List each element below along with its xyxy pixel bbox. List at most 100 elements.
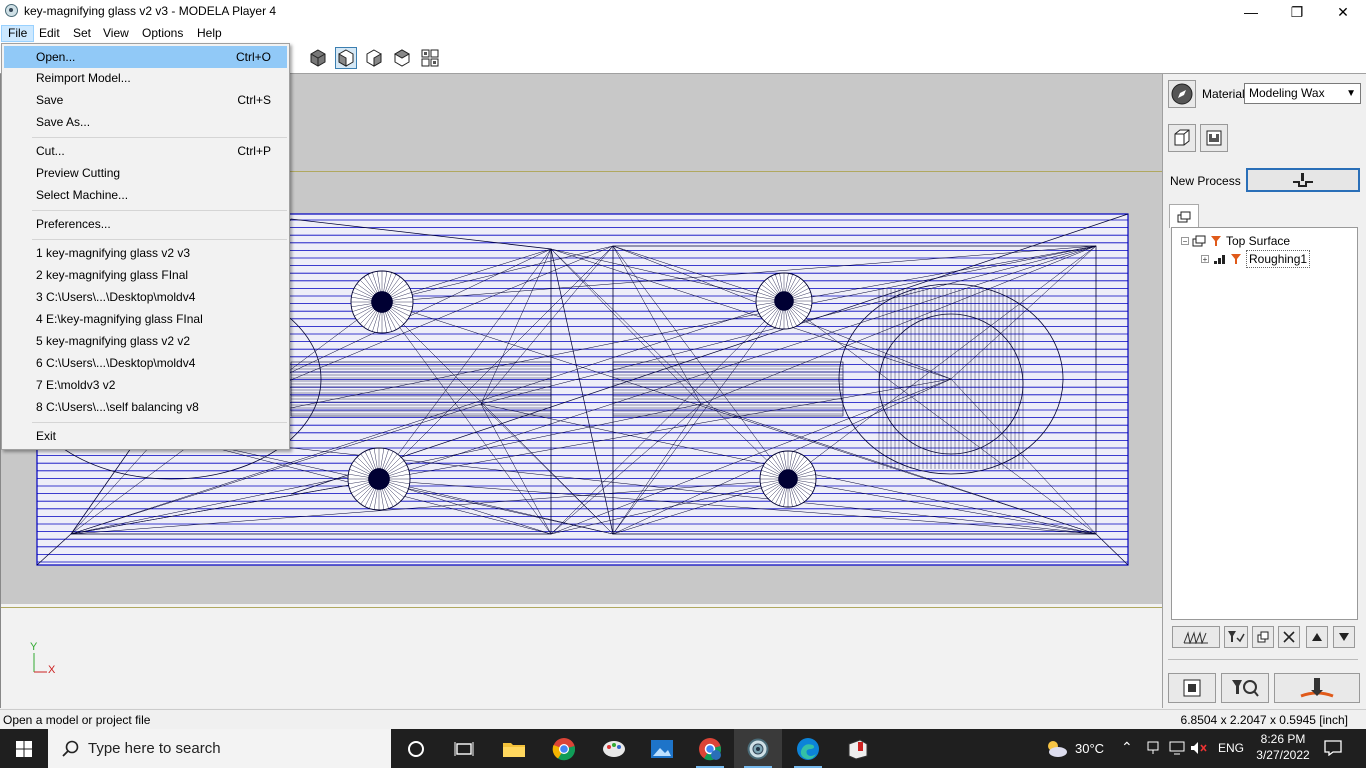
- process-tree-tab[interactable]: [1169, 204, 1199, 228]
- menu-item-recent-2[interactable]: 2 key-magnifying glass FInal: [4, 264, 287, 286]
- model-surface-icon[interactable]: [1200, 124, 1228, 152]
- menu-item-label: Exit: [36, 429, 57, 443]
- edge-icon[interactable]: [784, 729, 832, 768]
- menu-help[interactable]: Help: [191, 25, 228, 42]
- menu-item-exit[interactable]: Exit: [4, 425, 287, 447]
- roland-app-icon[interactable]: [834, 729, 882, 768]
- view-iso-cube-icon[interactable]: [307, 47, 329, 69]
- compass-icon[interactable]: [1168, 80, 1196, 108]
- new-process-button[interactable]: [1246, 168, 1360, 192]
- menu-item-preview-cutting[interactable]: Preview Cutting: [4, 162, 287, 184]
- menu-view[interactable]: View: [97, 25, 135, 42]
- menu-item-label: 3 C:\Users\...\Desktop\moldv4: [36, 290, 196, 304]
- search-icon: [62, 740, 79, 757]
- tree-item-roughing1[interactable]: + Roughing1: [1201, 250, 1311, 268]
- file-menu-dropdown: Open... Ctrl+O Reimport Model... Save Ct…: [1, 43, 290, 450]
- clock-time: 8:26 PM: [1260, 732, 1306, 746]
- chrome-profile-icon[interactable]: [686, 729, 734, 768]
- mesh-hole-center: [371, 291, 393, 313]
- taskbar-search-input[interactable]: Type here to search: [48, 729, 391, 768]
- surface-stack-icon: [1192, 235, 1206, 247]
- delete-x-icon[interactable]: [1278, 626, 1300, 648]
- menu-item-shortcut: Ctrl+P: [237, 144, 271, 158]
- menu-set[interactable]: Set: [67, 25, 97, 42]
- task-view-icon[interactable]: [440, 729, 488, 768]
- menu-item-reimport[interactable]: Reimport Model...: [4, 67, 287, 89]
- clock[interactable]: 8:26 PM 3/27/2022: [1254, 732, 1312, 762]
- axis-indicator: Y X: [29, 641, 59, 678]
- process-tree: − Top Surface + Roughing1: [1171, 227, 1358, 620]
- view-top-cube-icon[interactable]: [391, 47, 413, 69]
- menu-item-label: Save As...: [36, 115, 91, 129]
- maximize-button[interactable]: ❐: [1274, 0, 1320, 24]
- menu-item-recent-7[interactable]: 7 E:\moldv3 v2: [4, 374, 287, 396]
- windows-taskbar: Type here to search 30°C ⌃ ENG 8:26 PM 3…: [0, 729, 1366, 768]
- menu-item-preferences[interactable]: Preferences...: [4, 213, 287, 235]
- collapse-icon[interactable]: −: [1181, 237, 1189, 246]
- menu-item-recent-3[interactable]: 3 C:\Users\...\Desktop\moldv4: [4, 286, 287, 308]
- view-quad-icon[interactable]: [419, 47, 441, 69]
- menu-item-label: Open...: [36, 50, 76, 64]
- notifications-icon[interactable]: [1324, 740, 1342, 759]
- view-side-cube-icon[interactable]: [363, 47, 385, 69]
- menu-item-select-machine[interactable]: Select Machine...: [4, 184, 287, 206]
- file-explorer-icon[interactable]: [490, 729, 538, 768]
- weather-cloud-icon[interactable]: [1044, 738, 1068, 761]
- menu-options[interactable]: Options: [136, 25, 189, 42]
- cut-icon[interactable]: [1274, 673, 1360, 703]
- material-value: Modeling Wax: [1249, 86, 1325, 100]
- workpiece-box-icon[interactable]: [1168, 124, 1196, 152]
- tray-network-icon[interactable]: [1145, 740, 1161, 759]
- tree-item-top-surface[interactable]: − Top Surface: [1181, 233, 1290, 249]
- menu-item-recent-5[interactable]: 5 key-magnifying glass v2 v2: [4, 330, 287, 352]
- chevron-down-icon: ▼: [1346, 88, 1356, 99]
- tree-label-top-surface: Top Surface: [1226, 234, 1291, 248]
- paint-icon[interactable]: [590, 729, 638, 768]
- status-bar: Open a model or project file 6.8504 x 2.…: [0, 709, 1366, 730]
- axis-y-label: Y: [30, 641, 38, 653]
- cortana-icon[interactable]: [392, 729, 440, 768]
- menu-item-save[interactable]: Save Ctrl+S: [4, 89, 287, 111]
- menu-item-open[interactable]: Open... Ctrl+O: [4, 46, 287, 68]
- menu-item-label: Preferences...: [36, 217, 111, 231]
- minimize-button[interactable]: —: [1228, 0, 1274, 24]
- weather-temp[interactable]: 30°C: [1075, 741, 1104, 756]
- tool-edit-icon[interactable]: [1224, 626, 1248, 648]
- close-button[interactable]: ✕: [1320, 0, 1366, 24]
- menu-item-recent-1[interactable]: 1 key-magnifying glass v2 v3: [4, 242, 287, 264]
- menu-item-label: Select Machine...: [36, 188, 129, 202]
- status-message: Open a model or project file: [3, 713, 151, 727]
- menu-item-recent-4[interactable]: 4 E:\key-magnifying glass FInal: [4, 308, 287, 330]
- chrome-icon[interactable]: [540, 729, 588, 768]
- toolpath-icon[interactable]: [1172, 626, 1220, 648]
- menu-item-recent-8[interactable]: 8 C:\Users\...\self balancing v8: [4, 396, 287, 418]
- tray-display-icon[interactable]: [1169, 740, 1185, 759]
- menu-item-label: Save: [36, 93, 64, 107]
- mesh-hole-center: [368, 468, 390, 490]
- language-indicator[interactable]: ENG: [1218, 741, 1244, 755]
- menu-item-save-as[interactable]: Save As...: [4, 111, 287, 133]
- material-select[interactable]: Modeling Wax ▼: [1244, 83, 1361, 104]
- windows-start-icon[interactable]: [0, 729, 48, 768]
- menu-file[interactable]: File: [1, 25, 35, 42]
- menu-edit[interactable]: Edit: [33, 25, 66, 42]
- menu-separator: [32, 137, 287, 138]
- window-title: key-magnifying glass v2 v3 - MODELA Play…: [24, 4, 277, 18]
- preview-search-icon[interactable]: [1221, 673, 1269, 703]
- modela-player-icon[interactable]: [734, 729, 782, 768]
- tray-volume-muted-icon[interactable]: [1190, 740, 1208, 759]
- view-front-cube-icon[interactable]: [335, 47, 357, 69]
- menu-item-recent-6[interactable]: 6 C:\Users\...\Desktop\moldv4: [4, 352, 287, 374]
- move-up-icon[interactable]: [1306, 626, 1328, 648]
- menu-separator: [32, 239, 287, 240]
- stop-icon[interactable]: [1168, 673, 1216, 703]
- menu-item-label: 8 C:\Users\...\self balancing v8: [36, 400, 199, 414]
- menu-item-cut[interactable]: Cut... Ctrl+P: [4, 140, 287, 162]
- copy-icon[interactable]: [1252, 626, 1274, 648]
- expand-icon[interactable]: +: [1201, 255, 1209, 264]
- photos-icon[interactable]: [638, 729, 686, 768]
- roughing-bars-icon: [1214, 255, 1225, 264]
- move-down-icon[interactable]: [1333, 626, 1355, 648]
- tray-chevron-up-icon[interactable]: ⌃: [1121, 739, 1133, 756]
- material-label: Material: [1202, 87, 1245, 101]
